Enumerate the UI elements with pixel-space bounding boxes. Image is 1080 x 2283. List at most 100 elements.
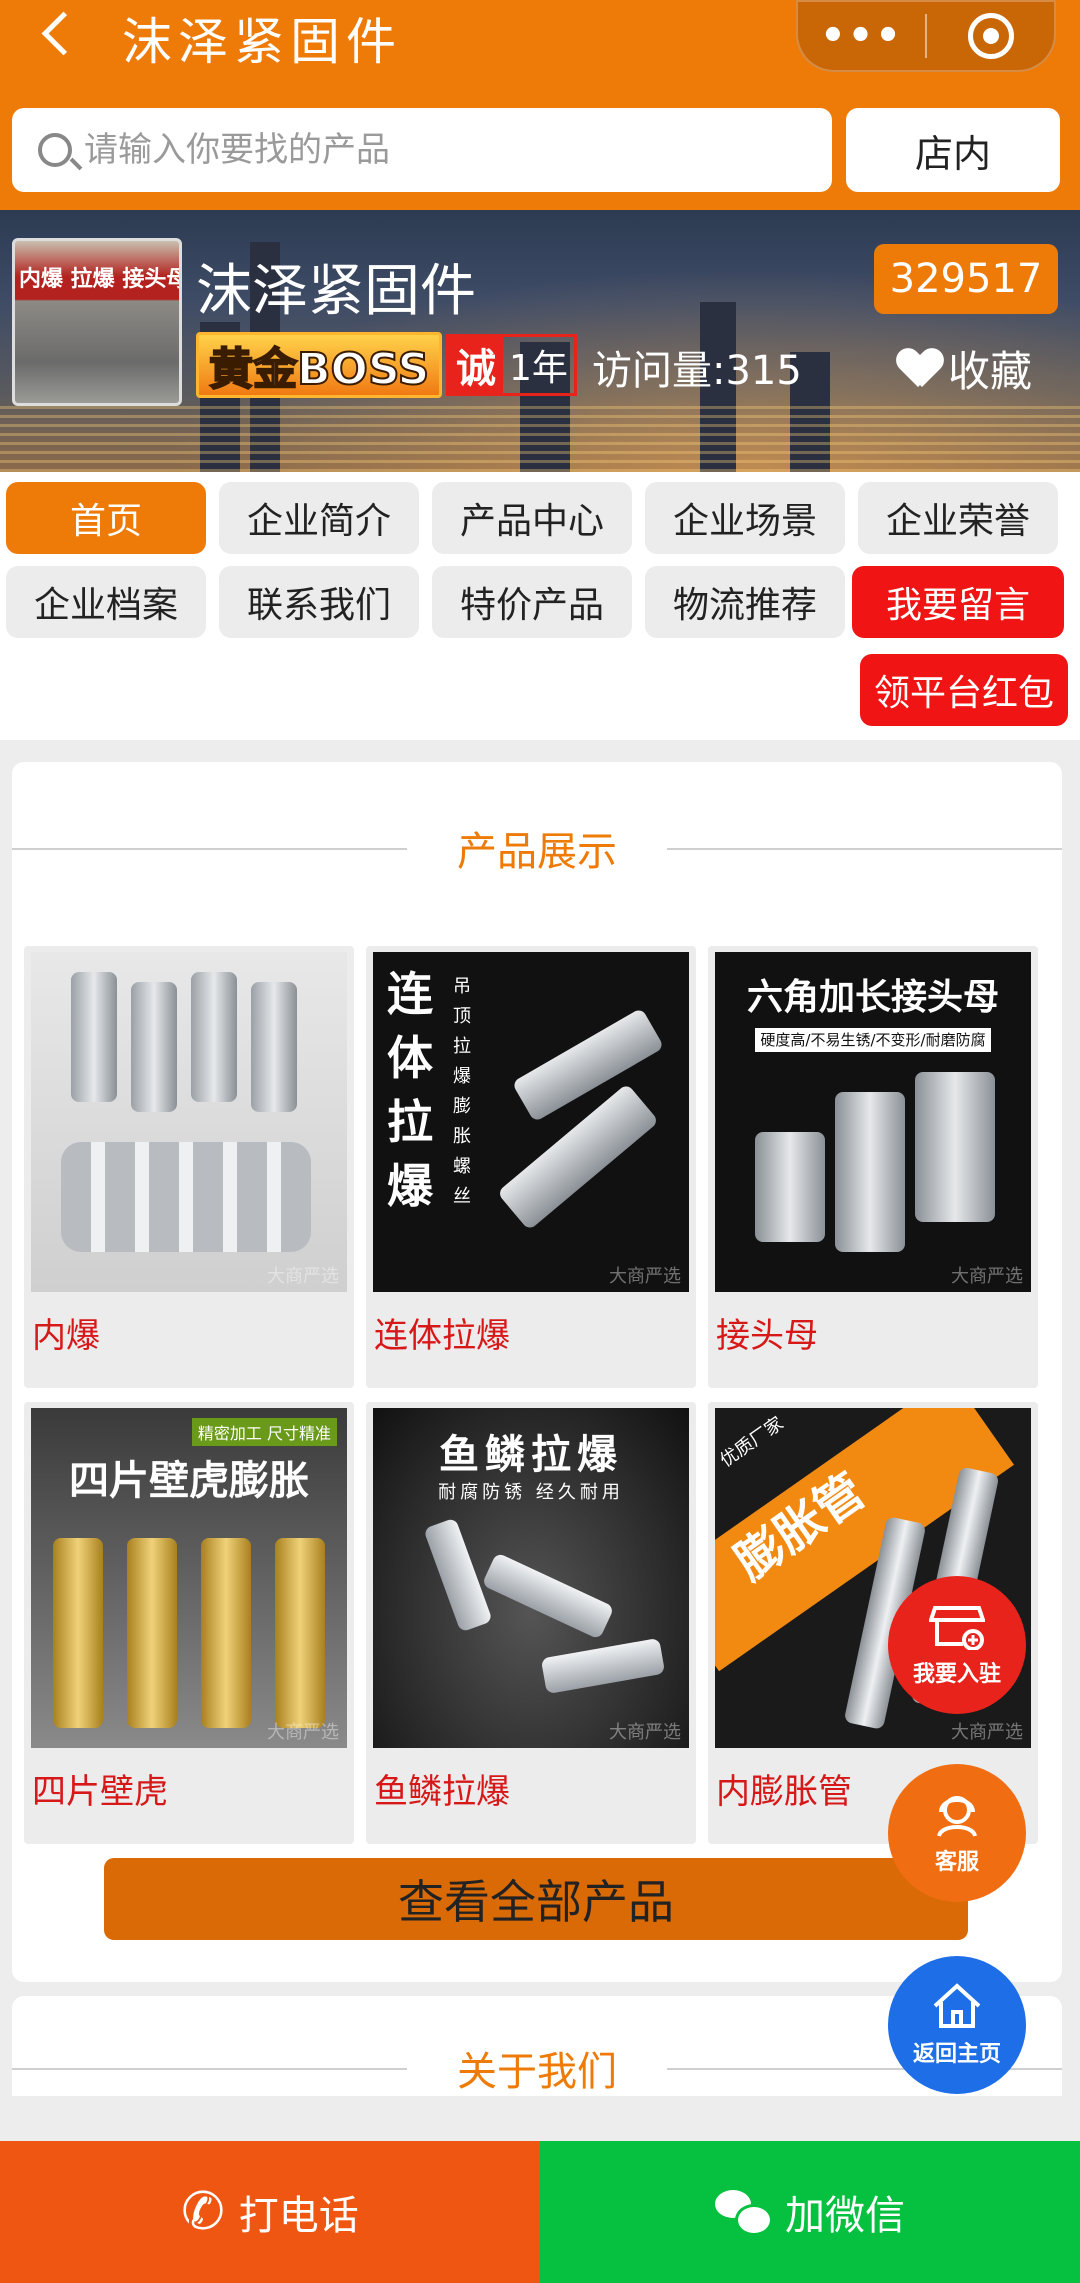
- store-plus-icon: [929, 1606, 985, 1650]
- product-shape: [191, 972, 237, 1102]
- nav-item-honors[interactable]: 企业荣誉: [858, 482, 1058, 554]
- product-image: 四片壁虎膨胀 精密加工 尺寸精准 大商严选: [31, 1408, 347, 1748]
- nav-item-products[interactable]: 产品中心: [432, 482, 632, 554]
- nav-item-home[interactable]: 首页: [6, 482, 206, 554]
- watermark: 大商严选: [267, 1266, 339, 1287]
- product-card[interactable]: 连体拉爆 吊顶拉爆膨胀螺丝 大商严选 连体拉爆: [366, 946, 696, 1388]
- divider: [12, 2068, 407, 2070]
- call-label: 打电话: [238, 2193, 359, 2239]
- product-shape: [915, 1072, 995, 1222]
- close-mini-program-button[interactable]: [927, 2, 1054, 70]
- product-image: 鱼鳞拉爆 耐腐防锈 经久耐用 大商严选: [373, 1408, 689, 1748]
- nav-item-specials[interactable]: 特价产品: [432, 566, 632, 638]
- search-scope-button[interactable]: 店内: [846, 108, 1060, 192]
- watermark: 大商严选: [609, 1266, 681, 1287]
- product-shape: [835, 1092, 905, 1252]
- target-icon: [967, 13, 1014, 59]
- product-image-subtitle: 优质厂家: [716, 1412, 788, 1472]
- product-shape: [127, 1538, 177, 1728]
- product-shape: [755, 1132, 825, 1242]
- product-image-title: 六角加长接头母: [746, 977, 999, 1018]
- customer-service-button[interactable]: 客服: [888, 1764, 1026, 1902]
- watermark: 大商严选: [951, 1722, 1023, 1743]
- product-shape: [423, 1517, 493, 1633]
- product-image-subtitle: 精密加工 尺寸精准: [191, 1418, 337, 1446]
- shop-name: 沫泽紧固件: [196, 259, 476, 324]
- product-shape: [481, 1552, 615, 1640]
- product-name: 内膨胀管: [716, 1772, 852, 1812]
- top-header: 沫泽紧固件 ••• 店内: [0, 0, 1080, 210]
- section-title: 关于我们: [457, 2049, 617, 2095]
- city-lights: [0, 402, 1080, 472]
- product-image-title: 鱼鳞拉爆: [439, 1432, 623, 1478]
- home-button[interactable]: 返回主页: [888, 1956, 1026, 2094]
- product-card[interactable]: 大商严选 内爆: [24, 946, 354, 1388]
- nav-item-logistics[interactable]: 物流推荐: [645, 566, 845, 638]
- nav-item-archives[interactable]: 企业档案: [6, 566, 206, 638]
- section-title: 产品展示: [457, 829, 617, 875]
- product-shape: [71, 972, 117, 1102]
- product-name: 鱼鳞拉爆: [374, 1772, 510, 1812]
- search-box[interactable]: [12, 108, 832, 192]
- product-name: 内爆: [32, 1316, 100, 1356]
- back-arrow-icon[interactable]: [38, 14, 78, 54]
- redpacket-button[interactable]: 领平台红包: [860, 654, 1068, 726]
- shop-id-badge: 329517: [874, 244, 1058, 314]
- service-label: 客服: [934, 1850, 979, 1875]
- product-shape: [131, 982, 177, 1112]
- divider: [12, 848, 407, 850]
- product-image-title: 连体拉爆: [387, 967, 433, 1213]
- watermark: 大商严选: [609, 1722, 681, 1743]
- search-icon: [38, 133, 72, 167]
- credit-years: 1年: [509, 348, 568, 389]
- bottom-action-bar: ✆ 打电话 加微信: [0, 2141, 1080, 2283]
- product-shape: [53, 1538, 103, 1728]
- nav-item-profile[interactable]: 企业简介: [219, 482, 419, 554]
- product-image-subtitle: 硬度高/不易生锈/不变形/耐磨防腐: [755, 1028, 991, 1052]
- shop-banner: 内爆 拉爆 接头母 沫泽紧固件 329517 黄金BOSS 诚 1年 访问量:3…: [0, 210, 1080, 472]
- product-card[interactable]: 鱼鳞拉爆 耐腐防锈 经久耐用 大商严选 鱼鳞拉爆: [366, 1402, 696, 1844]
- shop-nav: 首页 企业简介 产品中心 企业场景 企业荣誉 企业档案 联系我们 特价产品 物流…: [0, 472, 1080, 740]
- product-image-subtitle: 耐腐防锈 经久耐用: [438, 1482, 624, 1503]
- product-shape: [496, 1083, 660, 1231]
- product-image: 六角加长接头母 硬度高/不易生锈/不变形/耐磨防腐 大商严选: [715, 952, 1031, 1292]
- home-icon: [933, 1983, 981, 2028]
- product-shape: [61, 1142, 311, 1252]
- call-button[interactable]: ✆ 打电话: [0, 2141, 540, 2283]
- product-shape: [275, 1538, 325, 1728]
- membership-badge: 黄金BOSS: [196, 332, 443, 398]
- mini-program-capsule: •••: [796, 0, 1056, 72]
- product-shape: [251, 982, 297, 1112]
- credit-badge: 诚 1年: [446, 334, 577, 396]
- nav-item-scenes[interactable]: 企业场景: [645, 482, 845, 554]
- nav-item-message[interactable]: 我要留言: [852, 566, 1064, 638]
- product-name: 接头母: [716, 1316, 818, 1356]
- view-all-products-button[interactable]: 查看全部产品: [104, 1858, 968, 1940]
- divider: [667, 848, 1062, 850]
- product-image: 大商严选: [31, 952, 347, 1292]
- shop-photo[interactable]: 内爆 拉爆 接头母: [12, 238, 182, 406]
- add-wechat-button[interactable]: 加微信: [540, 2141, 1080, 2283]
- search-input[interactable]: [84, 130, 784, 170]
- product-image: 连体拉爆 吊顶拉爆膨胀螺丝 大商严选: [373, 952, 689, 1292]
- shop-photo-sign: 内爆 拉爆 接头母: [19, 267, 179, 292]
- product-image-title: 四片壁虎膨胀: [69, 1458, 309, 1504]
- wechat-icon: [715, 2190, 773, 2236]
- home-label: 返回主页: [912, 2042, 1001, 2067]
- watermark: 大商严选: [951, 1266, 1023, 1287]
- favorite-button[interactable]: 收藏: [898, 338, 1032, 399]
- phone-icon: ✆: [181, 2182, 225, 2242]
- product-card[interactable]: 四片壁虎膨胀 精密加工 尺寸精准 大商严选 四片壁虎: [24, 1402, 354, 1844]
- favorite-label: 收藏: [948, 347, 1033, 396]
- product-name: 四片壁虎: [32, 1772, 168, 1812]
- more-menu-button[interactable]: •••: [798, 2, 925, 70]
- credit-mark: 诚: [449, 337, 503, 393]
- headset-icon: [937, 1796, 977, 1837]
- page-title: 沫泽紧固件: [122, 13, 402, 71]
- product-shape: [201, 1538, 251, 1728]
- product-image-subtitle: 吊顶拉爆膨胀螺丝: [453, 976, 471, 1207]
- product-card[interactable]: 六角加长接头母 硬度高/不易生锈/不变形/耐磨防腐 大商严选 接头母: [708, 946, 1038, 1388]
- nav-item-contact[interactable]: 联系我们: [219, 566, 419, 638]
- section-header: 产品展示: [12, 818, 1062, 878]
- join-button[interactable]: 我要入驻: [888, 1576, 1026, 1714]
